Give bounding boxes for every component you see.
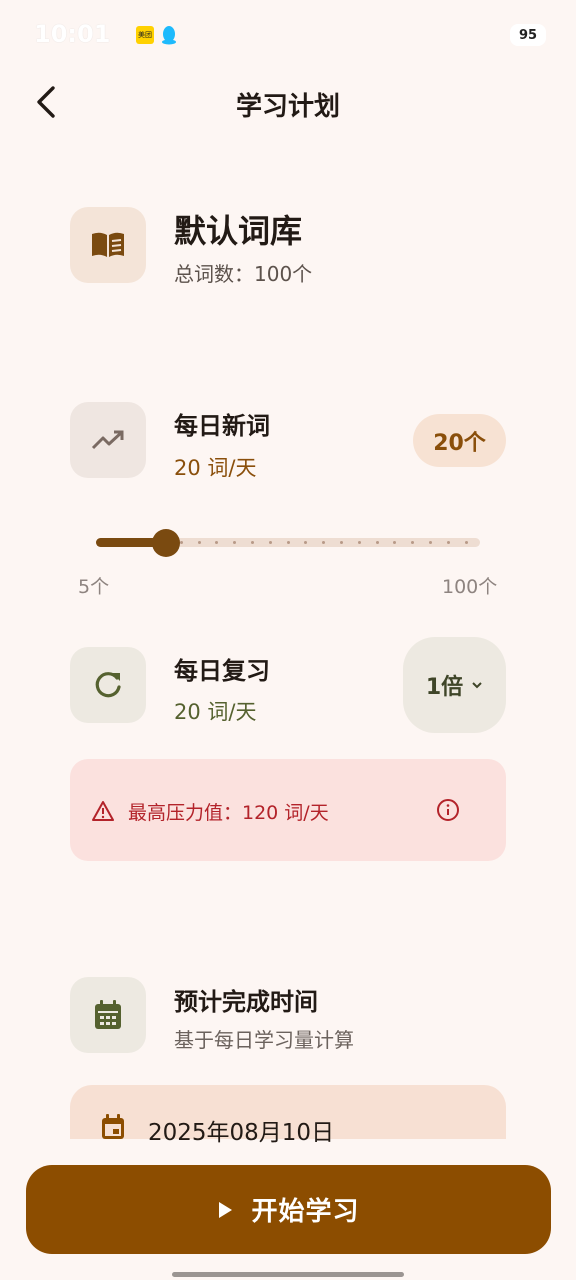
library-word-count: 总词数：100个 bbox=[174, 262, 313, 286]
info-icon[interactable] bbox=[436, 798, 460, 822]
review-multiplier-value: 1倍 bbox=[425, 675, 464, 700]
slider-tick bbox=[446, 541, 450, 544]
slider-tick bbox=[428, 541, 432, 544]
daily-review-icon-tile bbox=[70, 647, 146, 723]
max-pressure-text: 最高压力值：120 词/天 bbox=[128, 802, 329, 824]
daily-review-rate: 20 词/天 bbox=[174, 700, 257, 724]
daily-review-title: 每日复习 bbox=[174, 657, 270, 685]
finish-icon-tile bbox=[70, 977, 146, 1053]
finish-title: 预计完成时间 bbox=[174, 988, 318, 1016]
book-icon bbox=[92, 232, 124, 257]
daily-new-count-badge[interactable]: 20个 bbox=[413, 414, 506, 467]
slider-max-label: 100个 bbox=[442, 576, 498, 598]
play-icon bbox=[219, 1201, 233, 1218]
qq-icon bbox=[160, 25, 178, 45]
slider-tick bbox=[357, 541, 361, 544]
daily-new-icon-tile bbox=[70, 402, 146, 478]
library-icon-tile bbox=[70, 207, 146, 283]
warning-icon bbox=[92, 800, 114, 822]
status-time: 10:01 bbox=[34, 20, 111, 48]
chevron-down-icon bbox=[472, 682, 482, 689]
slider-tick bbox=[268, 541, 272, 544]
home-indicator[interactable] bbox=[172, 1272, 404, 1277]
slider-tick bbox=[375, 541, 379, 544]
slider-tick bbox=[250, 541, 254, 544]
daily-new-slider[interactable] bbox=[96, 528, 480, 558]
library-name: 默认词库 bbox=[174, 212, 303, 250]
slider-tick bbox=[464, 541, 468, 544]
slider-thumb[interactable] bbox=[152, 529, 181, 557]
calendar-icon bbox=[95, 1000, 121, 1029]
slider-tick bbox=[286, 541, 290, 544]
meituan-icon: 美团 bbox=[136, 26, 154, 44]
daily-new-title: 每日新词 bbox=[174, 412, 270, 440]
refresh-icon bbox=[95, 672, 121, 698]
daily-new-rate: 20 词/天 bbox=[174, 456, 257, 480]
trending-up-icon bbox=[91, 430, 124, 450]
finish-subtitle: 基于每日学习量计算 bbox=[174, 1028, 354, 1052]
slider-tick bbox=[197, 541, 201, 544]
start-learning-label: 开始学习 bbox=[251, 1197, 360, 1227]
slider-min-label: 5个 bbox=[78, 576, 110, 598]
start-learning-button[interactable]: 开始学习 bbox=[26, 1165, 551, 1254]
slider-tick bbox=[339, 541, 343, 544]
battery-indicator: 95 bbox=[510, 24, 546, 46]
finish-date: 2025年08月10日 bbox=[148, 1120, 335, 1146]
review-multiplier-dropdown[interactable]: 1倍 bbox=[403, 637, 506, 733]
event-calendar-icon bbox=[100, 1114, 126, 1140]
slider-tick bbox=[179, 541, 183, 544]
page-title: 学习计划 bbox=[235, 92, 340, 122]
